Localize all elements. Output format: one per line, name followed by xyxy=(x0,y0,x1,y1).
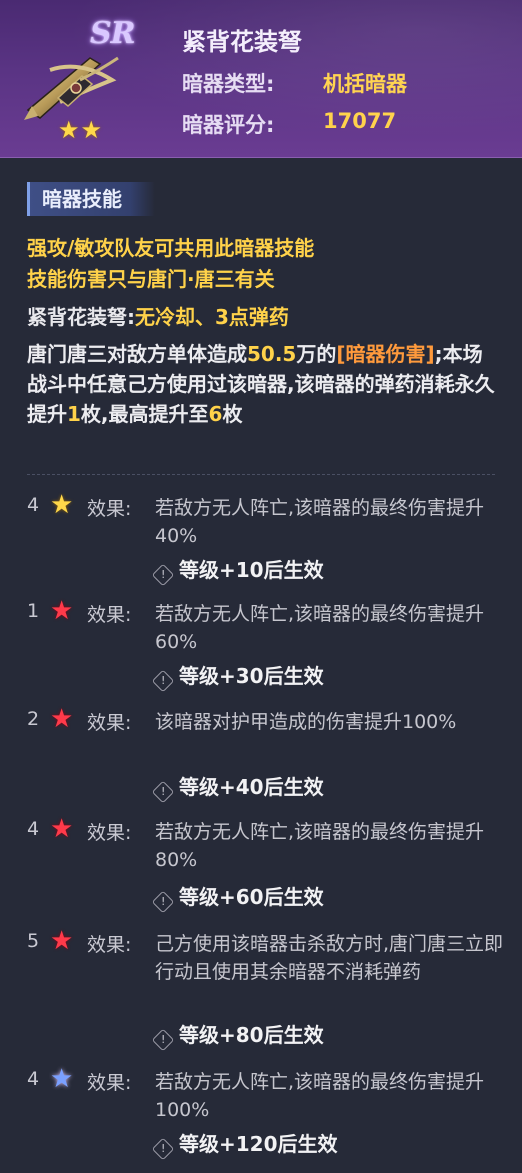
info-icon: ! xyxy=(151,780,175,804)
effect-star-count: 1 xyxy=(27,600,40,622)
effect-text: 若敌方无人阵亡,该暗器的最终伤害提升40% xyxy=(155,497,485,547)
star-icon: ★ xyxy=(50,926,74,956)
skill-damage-tag: [暗器伤害] xyxy=(336,342,435,366)
effect-star-count: 5 xyxy=(27,930,40,952)
effect-requirement: ! 等级+120后生效 xyxy=(151,1128,338,1161)
star-icon: ★ xyxy=(50,1064,74,1094)
effect-star-count: 4 xyxy=(27,1068,40,1090)
star-rating: ★ ★ xyxy=(58,118,102,142)
score-value: 17077 xyxy=(323,109,397,133)
effect-label: 效果: xyxy=(87,712,132,734)
cooldown-prefix: 紧背花装弩: xyxy=(27,305,135,329)
skill-description: 唐门唐三对敌方单体造成50.5万的[暗器伤害];本场战斗中任意己方使用过该暗器,… xyxy=(27,339,502,429)
skill-section-tag: 暗器技能 xyxy=(27,182,155,216)
skill-note-2: 技能伤害只与唐门·唐三有关 xyxy=(27,267,275,291)
effect-requirement: ! 等级+30后生效 xyxy=(151,660,324,693)
effect-star-count: 4 xyxy=(27,818,40,840)
effect-label: 效果: xyxy=(87,498,132,520)
info-icon: ! xyxy=(151,1028,175,1052)
effect-requirement: ! 等级+40后生效 xyxy=(151,771,324,804)
score-label: 暗器评分: xyxy=(182,113,275,137)
effect-text: 己方使用该暗器击杀敌方时,唐门唐三立即行动且使用其余暗器不消耗弹药 xyxy=(155,933,504,983)
star-icon: ★ xyxy=(50,814,74,844)
star-icon: ★ xyxy=(50,596,74,626)
ammo-increase-value: 1 xyxy=(67,402,81,426)
requirement-text: 等级+60后生效 xyxy=(179,885,324,909)
type-row: 暗器类型: 机括暗器 xyxy=(182,68,407,98)
type-label: 暗器类型: xyxy=(182,72,275,96)
requirement-text: 等级+30后生效 xyxy=(179,664,324,688)
info-icon: ! xyxy=(151,890,175,914)
star-icon: ★ xyxy=(58,116,80,144)
requirement-text: 等级+40后生效 xyxy=(179,775,324,799)
star-icon: ★ xyxy=(50,704,74,734)
requirement-text: 等级+120后生效 xyxy=(179,1132,338,1156)
skill-cooldown: 紧背花装弩:无冷却、3点弹药 xyxy=(27,301,289,330)
effect-requirement: ! 等级+10后生效 xyxy=(151,554,324,587)
info-icon: ! xyxy=(151,1137,175,1161)
star-icon: ★ xyxy=(80,116,103,144)
crossbow-icon xyxy=(24,56,119,120)
skill-note-1: 强攻/敏攻队友可共用此暗器技能 xyxy=(27,236,315,260)
effect-star-count: 4 xyxy=(27,494,40,516)
requirement-text: 等级+80后生效 xyxy=(179,1023,324,1047)
effect-text: 该暗器对护甲造成的伤害提升100% xyxy=(155,711,457,733)
effect-requirement: ! 等级+60后生效 xyxy=(151,881,324,914)
effect-label: 效果: xyxy=(87,934,132,956)
effect-label: 效果: xyxy=(87,1072,132,1094)
type-value: 机括暗器 xyxy=(323,72,407,96)
effect-text: 若敌方无人阵亡,该暗器的最终伤害提升60% xyxy=(155,603,485,653)
divider xyxy=(27,474,495,475)
effect-label: 效果: xyxy=(87,604,132,626)
effect-text: 若敌方无人阵亡,该暗器的最终伤害提升100% xyxy=(155,1071,485,1121)
cooldown-value: 无冷却、3点弹药 xyxy=(135,305,289,329)
star-icon: ★ xyxy=(50,490,74,520)
skill-text: 枚,最高提升至 xyxy=(80,402,209,426)
item-title: 紧背花装弩 xyxy=(182,28,302,56)
skill-text: 唐门唐三对敌方单体造成 xyxy=(27,342,247,366)
info-icon: ! xyxy=(151,563,175,587)
effect-text: 若敌方无人阵亡,该暗器的最终伤害提升80% xyxy=(155,821,485,871)
effect-label: 效果: xyxy=(87,822,132,844)
score-row: 暗器评分: 17077 xyxy=(182,109,396,139)
skill-text: 万的 xyxy=(296,342,337,366)
requirement-text: 等级+10后生效 xyxy=(179,558,324,582)
item-header: SR ★ ★ 紧背花装弩 暗器类型: 机括暗器 暗器评分: 17077 xyxy=(0,0,522,158)
rarity-badge: SR xyxy=(90,16,136,51)
info-icon: ! xyxy=(151,669,175,693)
skill-damage-value: 50.5 xyxy=(247,342,297,366)
skill-text: 枚 xyxy=(222,402,243,426)
ammo-max-value: 6 xyxy=(208,402,223,426)
effect-requirement: ! 等级+80后生效 xyxy=(151,1019,324,1052)
effect-star-count: 2 xyxy=(27,708,40,730)
